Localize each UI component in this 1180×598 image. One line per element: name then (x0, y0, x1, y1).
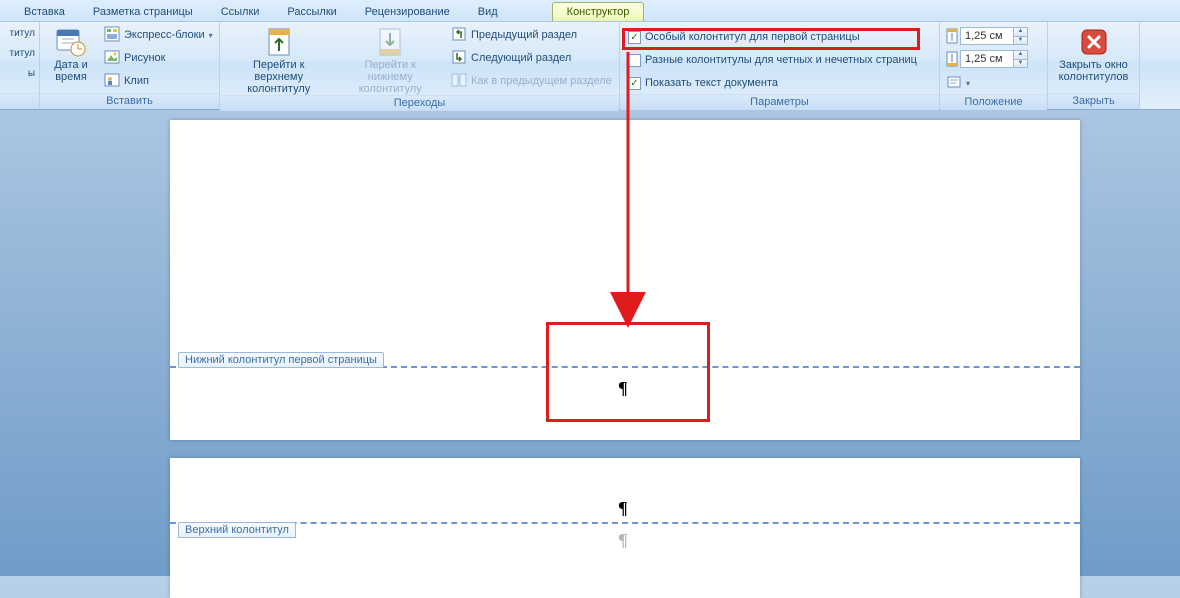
goto-footer-icon (374, 26, 406, 58)
goto-header-button[interactable]: Перейти к верхнему колонтитулу (224, 24, 334, 95)
next-section-icon (451, 49, 467, 68)
header-boundary-line (170, 522, 1080, 524)
goto-footer-label: Перейти к нижнему колонтитулу (342, 59, 440, 95)
page-2[interactable]: Верхний колонтитул ¶ ¶ (170, 458, 1080, 598)
clip-art-button[interactable]: Клип (100, 70, 217, 92)
page-1[interactable]: Нижний колонтитул первой страницы ¶ (170, 120, 1080, 440)
checkbox-icon: ✓ (628, 31, 641, 44)
different-odd-even-checkbox[interactable]: Разные колонтитулы для четных и нечетных… (624, 49, 921, 71)
previous-section-icon (451, 26, 467, 45)
group-label-insert: Вставить (40, 93, 219, 109)
page-number-button[interactable]: ы (4, 68, 35, 79)
header-from-top-value[interactable]: 1,25 см (960, 27, 1014, 45)
close-icon (1078, 26, 1110, 58)
previous-section-button[interactable]: Предыдущий раздел (447, 24, 615, 46)
close-header-footer-label: Закрыть окно колонтитулов (1059, 59, 1129, 83)
calendar-clock-icon (55, 26, 87, 58)
footer-tag-first-page[interactable]: Нижний колонтитул первой страницы (178, 352, 384, 368)
group-label-position: Положение (940, 94, 1047, 110)
different-first-page-label: Особый колонтитул для первой страницы (645, 31, 860, 43)
ribbon: титул титул ы Дата и время (0, 22, 1180, 110)
group-label-nav: Переходы (220, 95, 619, 111)
picture-icon (104, 49, 120, 68)
header-position-icon (944, 28, 960, 44)
group-label-hf (0, 93, 39, 109)
link-to-previous-button[interactable]: Как в предыдущем разделе (447, 70, 615, 92)
checkbox-icon: ✓ (628, 77, 641, 90)
tab-mailings[interactable]: Рассылки (273, 3, 350, 21)
document-area: Нижний колонтитул первой страницы ¶ Верх… (0, 110, 1180, 576)
spinner-buttons[interactable]: ▲▼ (1014, 27, 1028, 45)
clip-art-label: Клип (124, 75, 149, 87)
tab-page-layout[interactable]: Разметка страницы (79, 3, 207, 21)
show-document-text-checkbox[interactable]: ✓ Показать текст документа (624, 72, 921, 94)
picture-label: Рисунок (124, 52, 166, 64)
header-gallery-button[interactable]: титул (4, 28, 35, 39)
tab-design[interactable]: Конструктор (552, 2, 645, 21)
alignment-tab-icon (946, 74, 962, 93)
next-section-label: Следующий раздел (471, 52, 571, 64)
spinner-buttons[interactable]: ▲▼ (1014, 50, 1028, 68)
tab-review[interactable]: Рецензирование (351, 3, 464, 21)
chevron-down-icon: ▾ (209, 31, 213, 40)
footer-gallery-button[interactable]: титул (4, 48, 35, 59)
pilcrow-mark: ¶ (618, 498, 628, 519)
building-blocks-icon (104, 26, 120, 45)
picture-button[interactable]: Рисунок (100, 47, 217, 69)
previous-section-label: Предыдущий раздел (471, 29, 577, 41)
goto-header-label: Перейти к верхнему колонтитулу (230, 59, 328, 95)
checkbox-icon (628, 54, 641, 67)
goto-header-icon (263, 26, 295, 58)
group-label-close: Закрыть (1048, 93, 1139, 109)
tab-references[interactable]: Ссылки (207, 3, 274, 21)
tab-view[interactable]: Вид (464, 3, 512, 21)
show-document-text-label: Показать текст документа (645, 77, 778, 89)
date-time-button[interactable]: Дата и время (44, 24, 98, 83)
date-time-label: Дата и время (50, 59, 92, 83)
header-tag[interactable]: Верхний колонтитул (178, 522, 296, 538)
chevron-down-icon: ▾ (966, 79, 970, 88)
pilcrow-mark: ¶ (618, 530, 628, 551)
group-label-options: Параметры (620, 94, 939, 110)
tab-insert[interactable]: Вставка (10, 3, 79, 21)
goto-footer-button[interactable]: Перейти к нижнему колонтитулу (336, 24, 446, 95)
footer-from-bottom-value[interactable]: 1,25 см (960, 50, 1014, 68)
insert-alignment-tab-button[interactable]: ▾ (944, 72, 1028, 94)
quick-parts-button[interactable]: Экспресс-блоки ▾ (100, 24, 217, 46)
footer-position-icon (944, 51, 960, 67)
header-from-top-spinner[interactable]: 1,25 см ▲▼ (944, 26, 1028, 46)
clip-art-icon (104, 72, 120, 91)
ribbon-tab-strip: Вставка Разметка страницы Ссылки Рассылк… (0, 0, 1180, 22)
footer-from-bottom-spinner[interactable]: 1,25 см ▲▼ (944, 49, 1028, 69)
quick-parts-label: Экспресс-блоки (124, 29, 205, 41)
different-first-page-checkbox[interactable]: ✓ Особый колонтитул для первой страницы (624, 26, 921, 48)
next-section-button[interactable]: Следующий раздел (447, 47, 615, 69)
different-odd-even-label: Разные колонтитулы для четных и нечетных… (645, 54, 917, 66)
link-to-previous-icon (451, 72, 467, 91)
close-header-footer-button[interactable]: Закрыть окно колонтитулов (1053, 24, 1135, 83)
pilcrow-mark: ¶ (618, 378, 628, 399)
link-to-previous-label: Как в предыдущем разделе (471, 75, 612, 87)
